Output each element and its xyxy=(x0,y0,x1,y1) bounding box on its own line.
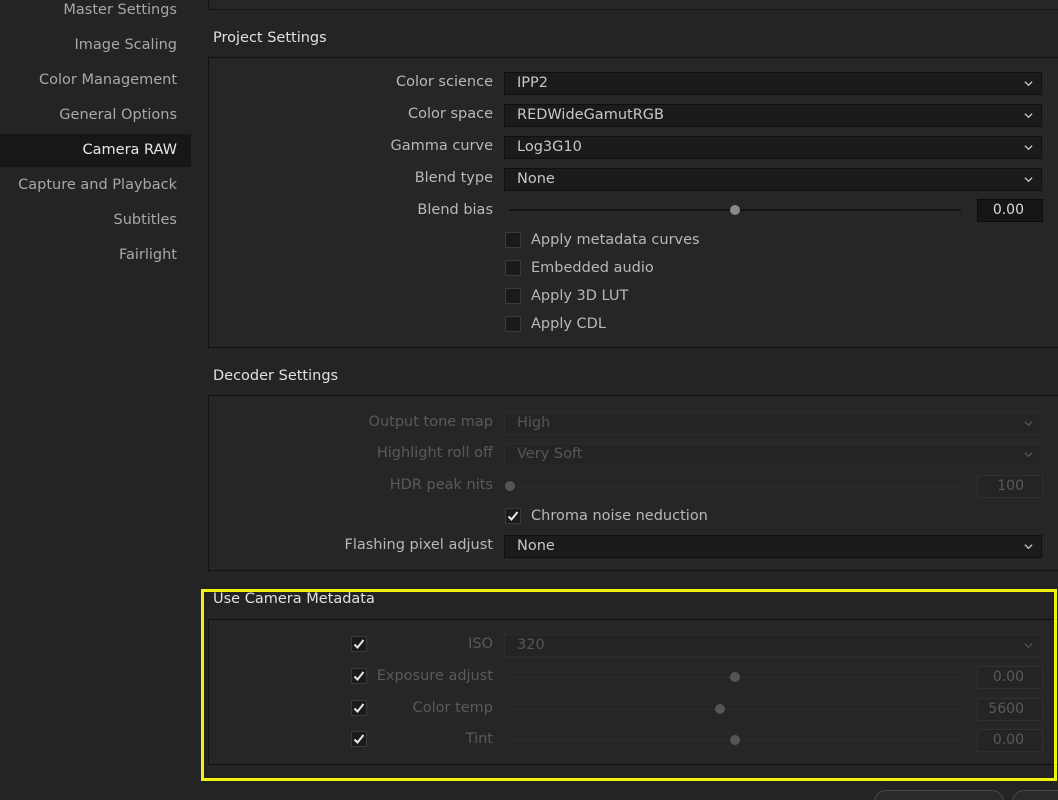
chroma-noise-reduction-checkbox[interactable] xyxy=(505,508,521,524)
output-tone-map-dropdown[interactable]: High xyxy=(504,412,1042,435)
sidebar-item-capture-and-playback[interactable]: Capture and Playback xyxy=(0,169,191,202)
check-icon xyxy=(353,734,365,744)
decoder-settings-panel: Output tone map High Highlight roll off … xyxy=(208,395,1058,571)
chroma-noise-reduction-label: Chroma noise neduction xyxy=(531,508,708,524)
embedded-audio-label: Embedded audio xyxy=(531,260,654,276)
sidebar-item-image-scaling[interactable]: Image Scaling xyxy=(0,29,191,62)
project-settings-title: Project Settings xyxy=(213,30,327,46)
blend-bias-label: Blend bias xyxy=(417,202,493,218)
output-tone-map-label: Output tone map xyxy=(368,414,493,430)
settings-content: Project Settings Color science IPP2 Colo… xyxy=(200,0,1058,800)
use-camera-metadata-panel: ISO 320 Exposure adjust 0.00 Color temp … xyxy=(208,619,1058,765)
sidebar-item-subtitles[interactable]: Subtitles xyxy=(0,204,191,237)
color-temp-field[interactable]: 5600 xyxy=(977,698,1043,721)
apply-metadata-curves-label: Apply metadata curves xyxy=(531,232,700,248)
flashing-pixel-adjust-dropdown[interactable]: None xyxy=(504,535,1042,558)
exposure-adjust-field[interactable]: 0.00 xyxy=(977,666,1043,689)
settings-sidebar: Master Settings Image Scaling Color Mana… xyxy=(0,0,191,800)
gamma-curve-label: Gamma curve xyxy=(390,138,494,154)
gamma-curve-value: Log3G10 xyxy=(517,139,582,155)
apply-cdl-label: Apply CDL xyxy=(531,316,606,332)
tint-checkbox[interactable] xyxy=(351,731,367,747)
sidebar-item-general-options[interactable]: General Options xyxy=(0,99,191,132)
sidebar-item-camera-raw[interactable]: Camera RAW xyxy=(0,134,191,167)
color-space-label: Color space xyxy=(407,106,493,122)
use-camera-metadata-title: Use Camera Metadata xyxy=(213,591,375,607)
check-icon xyxy=(353,703,365,713)
gamma-curve-dropdown[interactable]: Log3G10 xyxy=(504,136,1042,159)
color-science-value: IPP2 xyxy=(517,75,548,91)
apply-3d-lut-checkbox[interactable] xyxy=(505,288,521,304)
hdr-peak-nits-field[interactable]: 100 xyxy=(977,475,1043,498)
color-temp-slider-handle[interactable] xyxy=(715,704,725,714)
highlight-roll-off-value: Very Soft xyxy=(517,446,583,462)
chevron-down-icon xyxy=(1024,544,1033,550)
chevron-down-icon xyxy=(1024,145,1033,151)
check-icon xyxy=(353,639,365,649)
highlight-roll-off-label: Highlight roll off xyxy=(376,445,493,461)
save-button[interactable] xyxy=(1012,790,1058,800)
hdr-peak-nits-label: HDR peak nits xyxy=(389,477,493,493)
hdr-peak-nits-slider-handle[interactable] xyxy=(505,481,515,491)
embedded-audio-checkbox[interactable] xyxy=(505,260,521,276)
apply-3d-lut-label: Apply 3D LUT xyxy=(531,288,629,304)
blend-type-dropdown[interactable]: None xyxy=(504,168,1042,191)
apply-metadata-curves-checkbox[interactable] xyxy=(505,232,521,248)
decoder-settings-title: Decoder Settings xyxy=(213,368,339,384)
iso-dropdown[interactable]: 320 xyxy=(504,634,1042,657)
project-settings-panel: Color science IPP2 Color space REDWideGa… xyxy=(208,57,1058,348)
exposure-adjust-slider[interactable] xyxy=(509,672,961,682)
iso-checkbox[interactable] xyxy=(351,636,367,652)
highlight-roll-off-dropdown[interactable]: Very Soft xyxy=(504,443,1042,466)
blend-bias-field[interactable]: 0.00 xyxy=(977,199,1043,222)
color-science-label: Color science xyxy=(395,74,493,90)
chevron-down-icon xyxy=(1024,452,1033,458)
iso-value: 320 xyxy=(517,637,545,653)
color-temp-checkbox[interactable] xyxy=(351,700,367,716)
flashing-pixel-adjust-value: None xyxy=(517,538,555,554)
blend-type-label: Blend type xyxy=(414,170,493,186)
chevron-down-icon xyxy=(1024,81,1033,87)
chevron-down-icon xyxy=(1024,421,1033,427)
flashing-pixel-adjust-label: Flashing pixel adjust xyxy=(344,537,493,553)
blend-bias-slider[interactable] xyxy=(509,205,961,215)
blend-bias-slider-handle[interactable] xyxy=(730,205,740,215)
color-space-value: REDWideGamutRGB xyxy=(517,107,664,123)
hdr-peak-nits-slider[interactable] xyxy=(505,481,961,491)
cancel-button[interactable] xyxy=(874,790,1004,800)
tint-slider-handle[interactable] xyxy=(730,735,740,745)
exposure-adjust-label: Exposure adjust xyxy=(376,668,493,684)
previous-panel-edge xyxy=(208,0,1058,10)
color-temp-label: Color temp xyxy=(412,700,493,716)
sidebar-item-color-management[interactable]: Color Management xyxy=(0,64,191,97)
color-science-dropdown[interactable]: IPP2 xyxy=(504,72,1042,95)
output-tone-map-value: High xyxy=(517,415,551,431)
sidebar-item-fairlight[interactable]: Fairlight xyxy=(0,239,191,272)
exposure-adjust-slider-handle[interactable] xyxy=(730,672,740,682)
chevron-down-icon xyxy=(1024,643,1033,649)
tint-slider[interactable] xyxy=(509,735,961,745)
exposure-adjust-checkbox[interactable] xyxy=(351,668,367,684)
iso-label: ISO xyxy=(468,636,493,652)
sidebar-item-master-settings[interactable]: Master Settings xyxy=(0,0,191,27)
chevron-down-icon xyxy=(1024,177,1033,183)
tint-label: Tint xyxy=(465,731,493,747)
check-icon xyxy=(353,671,365,681)
tint-field[interactable]: 0.00 xyxy=(977,729,1043,752)
color-temp-slider[interactable] xyxy=(509,704,961,714)
chevron-down-icon xyxy=(1024,113,1033,119)
blend-type-value: None xyxy=(517,171,555,187)
color-space-dropdown[interactable]: REDWideGamutRGB xyxy=(504,104,1042,127)
apply-cdl-checkbox[interactable] xyxy=(505,316,521,332)
check-icon xyxy=(507,511,519,521)
